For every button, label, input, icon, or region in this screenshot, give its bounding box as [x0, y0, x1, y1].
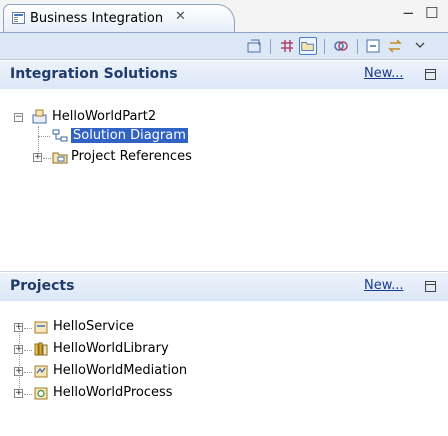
process-module-icon	[34, 387, 48, 400]
projects-header: Projects New...	[0, 273, 448, 301]
link-with-editor-icon[interactable]	[332, 37, 350, 55]
tree-item-label: HelloWorldMediation	[53, 363, 188, 378]
expand-toggle[interactable]: +	[33, 153, 42, 162]
sync-icon[interactable]	[386, 37, 404, 55]
section-title: Integration Solutions	[10, 66, 178, 82]
mediation-module-icon	[34, 365, 48, 378]
tree-connector	[24, 394, 32, 395]
library-icon	[34, 342, 48, 356]
module-icon	[34, 321, 48, 334]
section-minimize-icon[interactable]	[425, 281, 436, 292]
solution-icon	[32, 109, 47, 124]
tree-connector	[24, 372, 32, 373]
toolbar-separator	[324, 39, 325, 54]
section-divider	[0, 271, 448, 272]
tree-item-label: Project References	[71, 149, 192, 164]
tree-item-helloworldlibrary[interactable]: + HelloWorldLibrary	[0, 340, 448, 360]
close-icon[interactable]: ✕	[175, 9, 186, 24]
view-tab-business-integration[interactable]: Business Integration ✕	[3, 4, 235, 32]
tree-item-helloservice[interactable]: + HelloService	[0, 318, 448, 338]
view-toolbar	[0, 32, 448, 60]
tree-item-project-references[interactable]: + Project References	[0, 148, 448, 168]
tree-connector	[19, 328, 20, 394]
collapse-toggle[interactable]: −	[14, 113, 23, 122]
minimize-icon[interactable]: −	[402, 4, 415, 22]
grid-view-icon[interactable]	[278, 37, 296, 55]
collapse-all-icon[interactable]	[364, 37, 382, 55]
tree-item-helloworldpart2[interactable]: − HelloWorldPart2	[0, 108, 448, 128]
tree-connector	[43, 158, 51, 159]
tree-item-label: HelloWorldProcess	[53, 385, 173, 400]
project-references-icon	[52, 152, 68, 164]
tree-item-label: HelloWorldPart2	[52, 109, 157, 124]
maximize-icon[interactable]: ☐	[425, 4, 438, 22]
open-diagram-icon[interactable]	[245, 37, 263, 55]
tree-item-label: Solution Diagram	[71, 128, 188, 143]
diagram-icon	[52, 129, 68, 142]
folder-view-icon[interactable]	[299, 37, 317, 55]
new-project-link[interactable]: New...	[364, 278, 404, 293]
toolbar-separator	[357, 39, 358, 54]
section-title: Projects	[10, 278, 75, 294]
toolbar-separator	[270, 39, 271, 54]
business-integration-view-icon	[12, 12, 25, 24]
tree-item-label: HelloWorldLibrary	[53, 341, 169, 356]
view-tab-bar: Business Integration ✕ − ☐	[0, 0, 448, 32]
tree-item-helloworldprocess[interactable]: + HelloWorldProcess	[0, 384, 448, 404]
section-minimize-icon[interactable]	[425, 69, 436, 80]
view-tab-label: Business Integration	[30, 11, 164, 26]
tree-connector	[24, 350, 32, 351]
tree-connector	[24, 328, 32, 329]
view-menu-icon[interactable]	[411, 37, 429, 55]
new-solution-link[interactable]: New...	[364, 66, 404, 81]
integration-solutions-header: Integration Solutions New...	[0, 61, 448, 89]
tree-item-solution-diagram[interactable]: Solution Diagram	[0, 127, 448, 147]
tree-item-label: HelloService	[53, 319, 134, 334]
tree-item-helloworldmediation[interactable]: + HelloWorldMediation	[0, 362, 448, 382]
